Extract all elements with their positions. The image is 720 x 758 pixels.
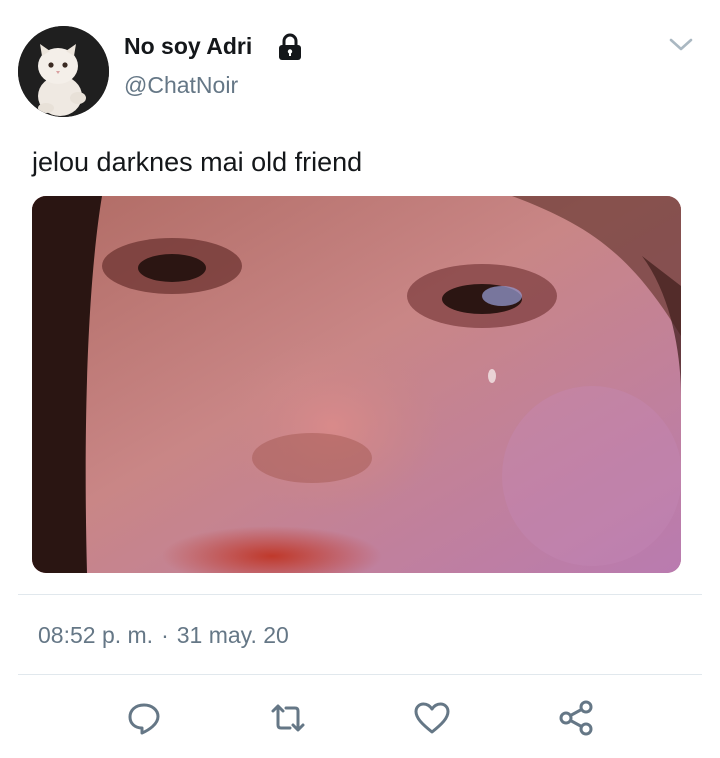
retweet-icon — [271, 704, 305, 732]
reply-button[interactable] — [124, 698, 164, 738]
tweet-timestamp[interactable]: 08:52 p. m. · 31 may. 20 — [38, 620, 289, 650]
tweet-header: No soy Adri @ChatNoir — [0, 0, 720, 130]
handle[interactable]: @ChatNoir — [124, 70, 238, 100]
divider — [18, 674, 702, 675]
tweet-date: 31 may. 20 — [176, 622, 289, 648]
heart-icon — [414, 702, 450, 734]
avatar[interactable] — [18, 26, 109, 117]
timestamp-separator: · — [161, 622, 169, 648]
divider — [18, 594, 702, 595]
tweet-media[interactable] — [32, 196, 681, 573]
crying-face-photo — [32, 196, 681, 573]
tweet-text: jelou darknes mai old friend — [32, 147, 363, 177]
tweet-time: 08:52 p. m. — [38, 622, 154, 648]
lock-icon — [277, 33, 303, 61]
tweet-actions — [0, 690, 720, 750]
like-button[interactable] — [412, 698, 452, 738]
share-button[interactable] — [556, 698, 596, 738]
white-cat-avatar-image — [18, 26, 109, 117]
chevron-down-icon[interactable] — [668, 36, 694, 54]
reply-icon — [128, 703, 160, 735]
share-icon — [559, 700, 593, 736]
display-name[interactable]: No soy Adri — [124, 30, 252, 62]
retweet-button[interactable] — [268, 698, 308, 738]
